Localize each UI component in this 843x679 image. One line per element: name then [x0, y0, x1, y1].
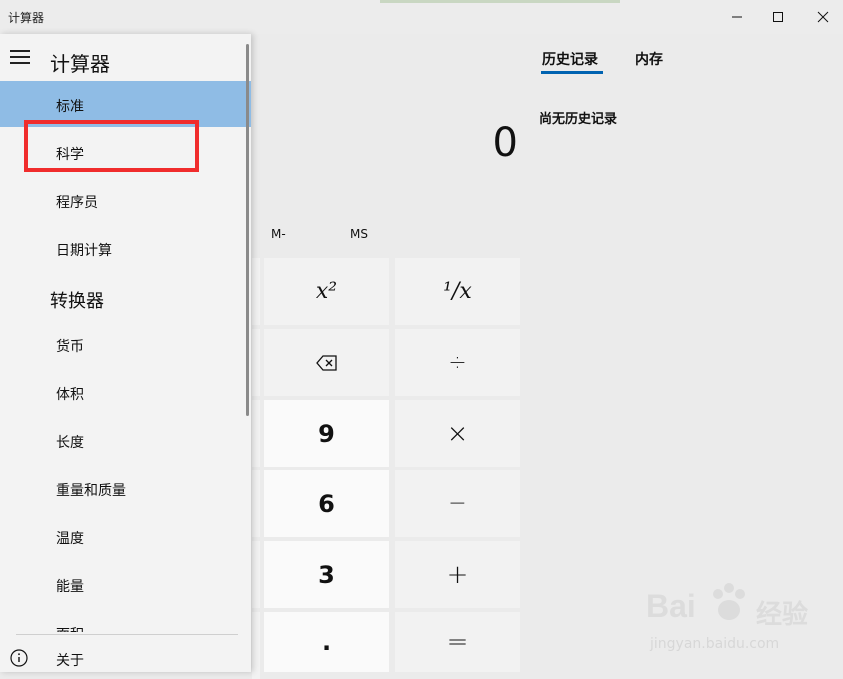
nav-item-temperature[interactable]: 温度: [0, 513, 251, 559]
highlight-box: [24, 120, 199, 172]
decimal-key[interactable]: .: [264, 612, 389, 672]
key-column-stub: [252, 258, 260, 325]
key-column-stub: [252, 400, 260, 467]
nav-item-label: 货币: [56, 339, 84, 355]
nav-item-label: 能量: [56, 579, 84, 595]
minimize-button[interactable]: [714, 0, 760, 34]
nav-item-label: 长度: [56, 435, 84, 451]
divide-key[interactable]: ÷: [395, 329, 520, 396]
history-empty-text: 尚无历史记录: [539, 112, 618, 127]
close-icon: [817, 11, 829, 23]
watermark-brand-cn: 经验: [756, 600, 809, 630]
key-column-stub: [252, 612, 260, 679]
tab-history[interactable]: 历史记录: [542, 49, 598, 69]
nav-item-energy[interactable]: 能量: [0, 561, 251, 607]
nav-item-area[interactable]: 面积: [0, 609, 251, 632]
nav-item-length[interactable]: 长度: [0, 417, 251, 463]
nav-item-label: 标准: [56, 99, 84, 115]
drawer-divider: [16, 634, 238, 635]
memory-store-button[interactable]: MS: [350, 227, 368, 241]
nav-item-label: 程序员: [56, 195, 98, 211]
nav-item-label: 重量和质量: [56, 483, 126, 499]
reciprocal-key[interactable]: ¹/x: [395, 258, 520, 325]
nav-item-date-calculation[interactable]: 日期计算: [0, 225, 251, 271]
info-icon: [10, 649, 28, 667]
about-button[interactable]: 关于: [56, 650, 84, 670]
close-button[interactable]: [800, 0, 843, 34]
nav-item-label: 面积: [56, 624, 84, 632]
equals-key[interactable]: =: [395, 612, 520, 672]
maximize-icon: [773, 12, 783, 22]
minimize-icon: [732, 16, 742, 18]
window-title: 计算器: [8, 11, 45, 25]
watermark-brand: Bai: [646, 588, 696, 624]
hamburger-menu-icon[interactable]: [10, 50, 30, 64]
top-strip: [380, 0, 620, 3]
tab-history-underline: [541, 71, 603, 74]
digit-3-key[interactable]: 3: [264, 541, 389, 608]
baidu-watermark: Bai 经验 jingyan.baidu.com: [646, 580, 836, 660]
drawer-title: 计算器: [50, 52, 110, 76]
key-column-stub: [252, 470, 260, 537]
nav-item-weight-mass[interactable]: 重量和质量: [0, 465, 251, 511]
nav-item-currency[interactable]: 货币: [0, 321, 251, 367]
minus-key[interactable]: −: [395, 470, 520, 537]
nav-item-volume[interactable]: 体积: [0, 369, 251, 415]
memory-minus-button[interactable]: M-: [271, 227, 286, 241]
square-key[interactable]: x²: [264, 258, 389, 325]
backspace-key[interactable]: [264, 329, 389, 396]
watermark-url: jingyan.baidu.com: [650, 636, 780, 652]
plus-key[interactable]: +: [395, 541, 520, 608]
tab-memory[interactable]: 内存: [635, 49, 663, 69]
key-column-stub: [252, 541, 260, 608]
maximize-button[interactable]: [755, 0, 801, 34]
display-value: 0: [492, 120, 518, 166]
nav-item-programmer[interactable]: 程序员: [0, 177, 251, 223]
backspace-icon: [315, 354, 337, 371]
paw-icon: [713, 583, 745, 620]
nav-item-label: 温度: [56, 531, 84, 547]
nav-item-label: 体积: [56, 387, 84, 403]
multiply-key[interactable]: ×: [395, 400, 520, 467]
digit-9-key[interactable]: 9: [264, 400, 389, 467]
converter-section-title: 转换器: [50, 291, 104, 312]
key-column-stub: [252, 329, 260, 396]
drawer-scrollbar[interactable]: [246, 44, 249, 416]
digit-6-key[interactable]: 6: [264, 470, 389, 537]
nav-item-label: 日期计算: [56, 243, 112, 259]
